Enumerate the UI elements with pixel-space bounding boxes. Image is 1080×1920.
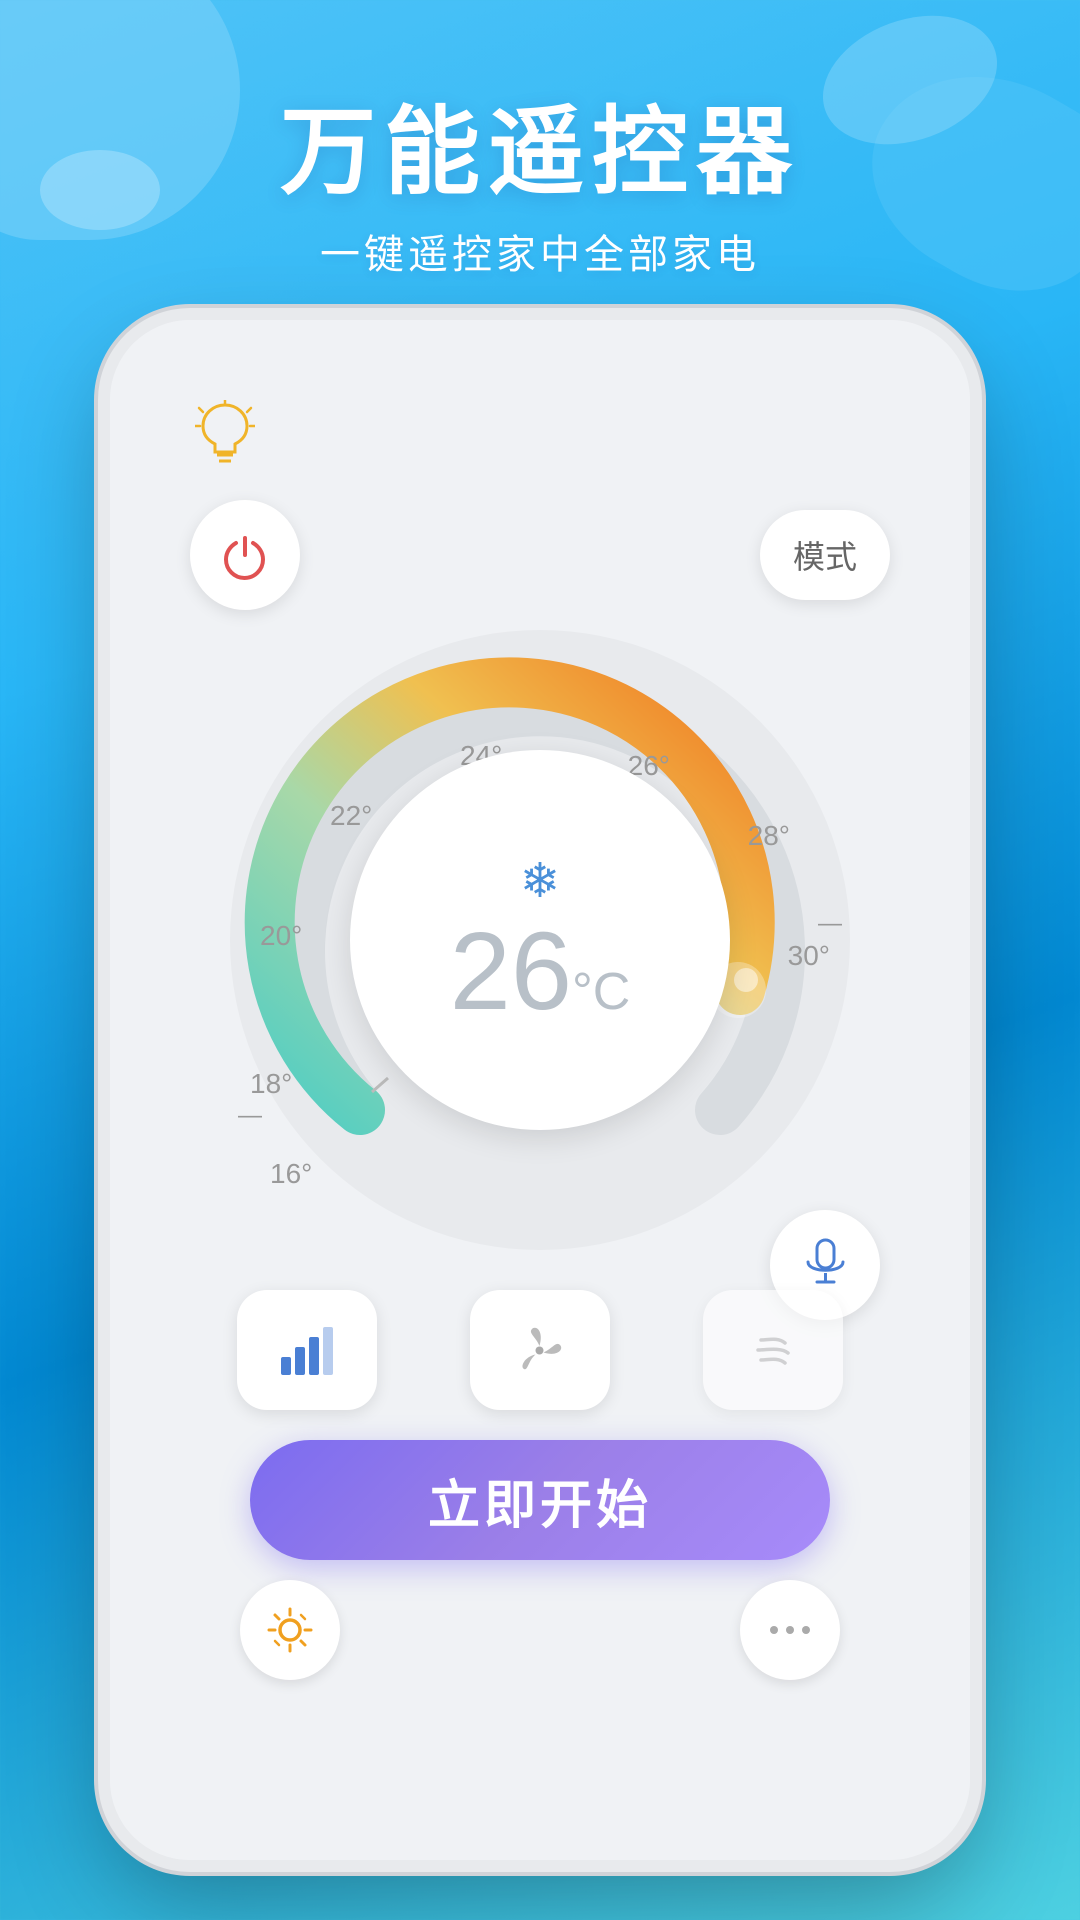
temp-18: 18° [250, 1068, 292, 1100]
temp-28: 28° [748, 820, 790, 852]
snowflake-icon: ❄ [520, 853, 560, 909]
power-button[interactable] [190, 500, 300, 610]
start-button[interactable]: 立即开始 [250, 1440, 830, 1560]
app-subtitle: 一键遥控家中全部家电 [320, 222, 760, 280]
temp-display-circle: ❄ 26 °C [350, 750, 730, 1130]
mode-label: 模式 [793, 532, 857, 578]
start-button-text: 立即开始 [428, 1463, 652, 1538]
lightning-button[interactable] [703, 1290, 843, 1410]
temp-20: 20° [260, 920, 302, 952]
signal-button[interactable] [237, 1290, 377, 1410]
temp-22: 22° [330, 800, 372, 832]
lightbulb-icon[interactable] [190, 400, 260, 470]
dash-right: — [818, 910, 842, 938]
app-header: 万能遥控器 一键遥控家中全部家电 [0, 0, 1080, 380]
bottom-row [170, 1580, 910, 1680]
temp-value: 26 [450, 917, 572, 1027]
more-button[interactable] [740, 1580, 840, 1680]
phone-content: 模式 [110, 320, 970, 1860]
temp-unit: °C [572, 966, 630, 1018]
mode-button[interactable]: 模式 [760, 510, 890, 600]
bottom-controls [170, 1290, 910, 1410]
dash-left: — [238, 1102, 262, 1130]
app-title: 万能遥控器 [280, 100, 800, 206]
temp-16: 16° [270, 1158, 312, 1190]
top-controls-row: 模式 [170, 500, 910, 610]
sun-button[interactable] [240, 1580, 340, 1680]
temp-30: 30° [788, 940, 830, 972]
phone-mockup: 模式 [110, 320, 970, 1860]
temperature-dial[interactable]: 16° 18° 20° 22° 24° 26° 28° 30° — — ❄ 26… [230, 630, 850, 1250]
fan-button[interactable] [470, 1290, 610, 1410]
